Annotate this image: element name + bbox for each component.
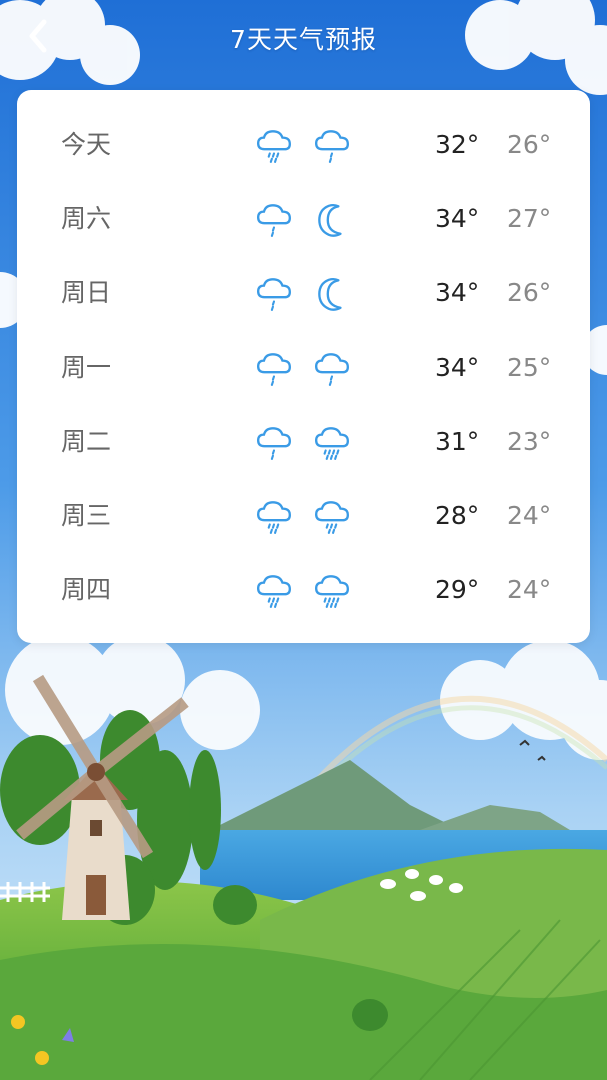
day-label: 今天	[61, 130, 112, 159]
forecast-row: 周日 34° 26°	[17, 256, 590, 330]
forecast-card: 今天 32° 26° 周六 34° 27° 周日 34° 26° 周一 34° 25° 周二 31° 23°…	[17, 90, 590, 643]
low-temp: 27°	[507, 204, 552, 234]
rain-cloud-icon	[315, 501, 349, 534]
day-label: 周日	[61, 278, 112, 308]
forecast-row: 今天 32° 26°	[17, 108, 590, 182]
high-temp: 34°	[435, 278, 480, 308]
light-rain-cloud-icon	[257, 352, 291, 386]
day-label: 周一	[61, 352, 112, 382]
high-temp: 32°	[435, 130, 480, 159]
heavy-rain-cloud-icon	[315, 575, 349, 609]
page-title: 7天天气预报	[230, 25, 377, 54]
forecast-row: 周二 31° 23°	[17, 405, 590, 479]
low-temp: 25°	[507, 352, 552, 382]
rain-cloud-icon	[257, 575, 291, 609]
light-rain-cloud-icon	[257, 278, 291, 312]
light-rain-cloud-icon	[315, 130, 349, 163]
low-temp: 23°	[507, 426, 552, 456]
low-temp: 26°	[507, 278, 552, 308]
high-temp: 34°	[435, 204, 480, 234]
light-rain-cloud-icon	[257, 426, 291, 460]
moon-icon	[318, 278, 342, 312]
day-label: 周六	[61, 204, 112, 234]
high-temp: 31°	[435, 426, 480, 456]
forecast-row: 周六 34° 27°	[17, 182, 590, 256]
heavy-rain-cloud-icon	[315, 426, 349, 460]
high-temp: 29°	[435, 575, 480, 605]
light-rain-cloud-icon	[257, 204, 291, 238]
moon-icon	[318, 204, 342, 238]
forecast-row: 周三 28° 24°	[17, 479, 590, 553]
low-temp: 26°	[507, 130, 552, 159]
high-temp: 34°	[435, 352, 480, 382]
rain-cloud-icon	[257, 501, 291, 534]
high-temp: 28°	[435, 501, 480, 530]
low-temp: 24°	[507, 501, 552, 530]
forecast-row: 周四 29° 24°	[17, 553, 590, 627]
day-label: 周四	[61, 575, 112, 605]
light-rain-cloud-icon	[315, 352, 349, 386]
low-temp: 24°	[507, 575, 552, 605]
day-label: 周二	[61, 426, 112, 456]
rain-cloud-icon	[257, 130, 291, 163]
forecast-row: 周一 34° 25°	[17, 331, 590, 405]
top-bar: 7天天气预报	[0, 0, 607, 80]
day-label: 周三	[61, 501, 112, 530]
